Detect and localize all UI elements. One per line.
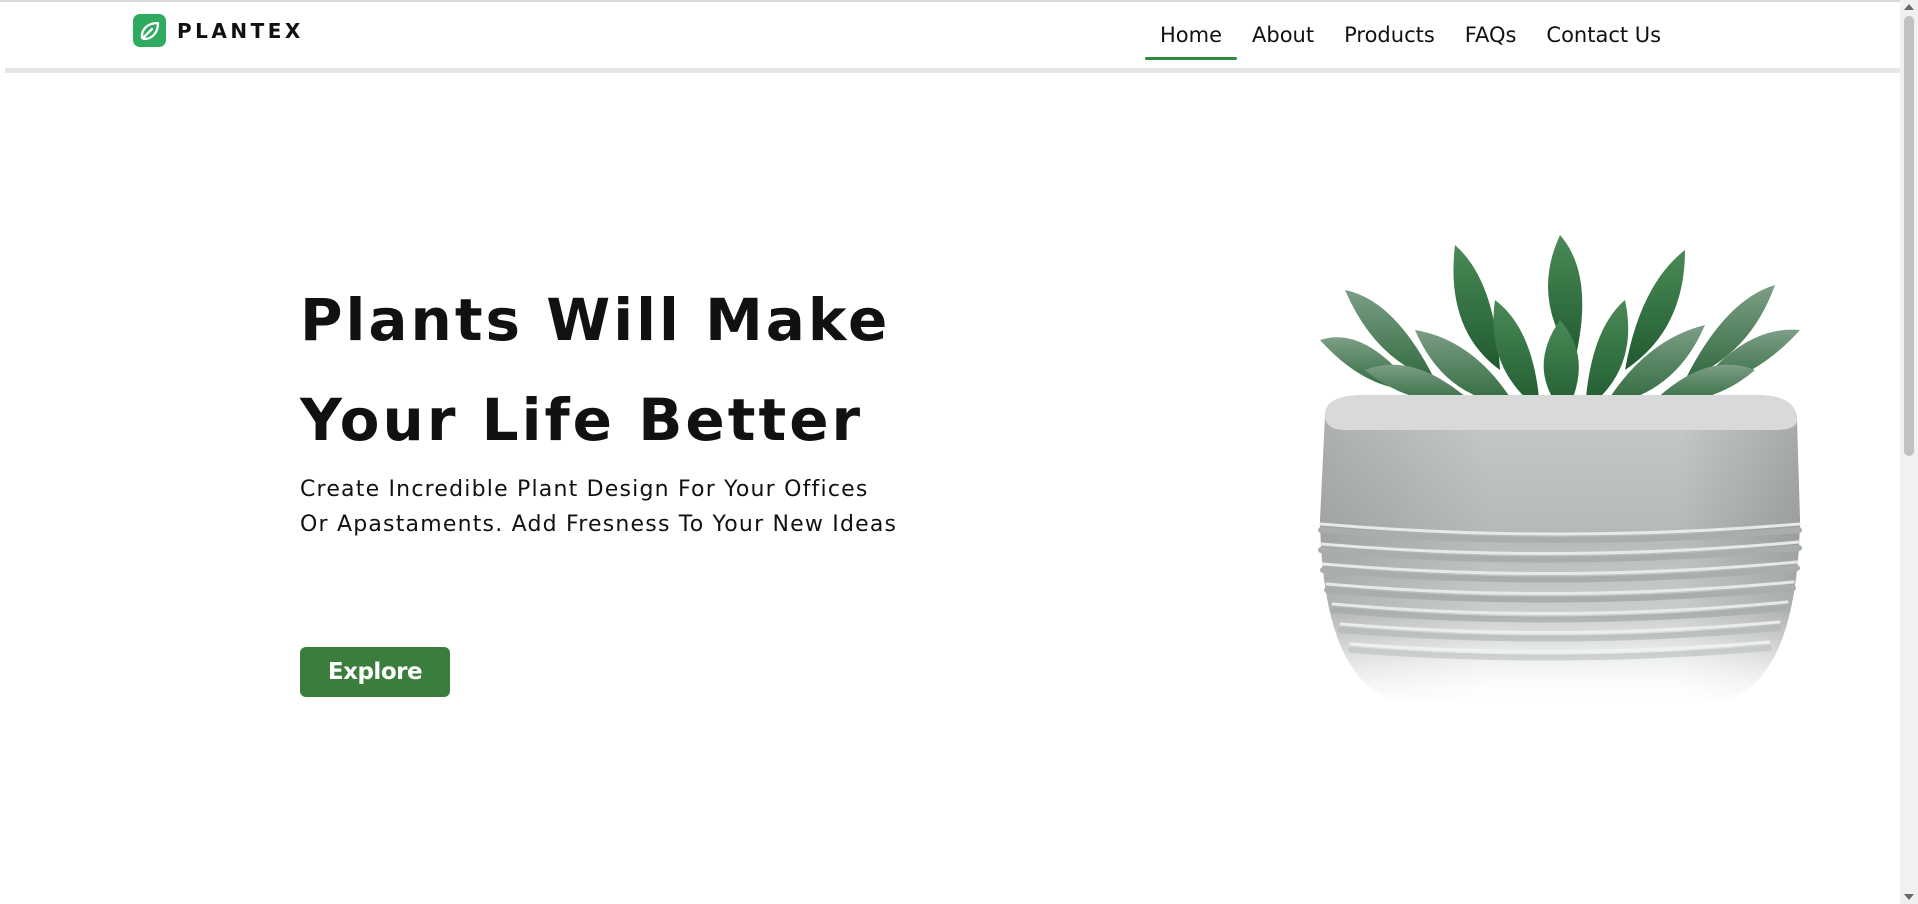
scroll-up-arrow-icon[interactable] [1904,4,1914,10]
brand-name: PLANTEX [177,18,304,43]
main-nav: Home About Products FAQs Contact Us [1145,2,1676,68]
leaf-icon [133,14,166,47]
nav-products-link[interactable]: Products [1329,2,1450,68]
hero-subtitle: Create Incredible Plant Design For Your … [300,477,898,537]
scroll-down-arrow-icon[interactable] [1904,894,1914,900]
hero-title-line-1: Plants Will Make [300,286,891,354]
navbar: PLANTEX Home About Products FAQs Contact… [5,2,1907,73]
hero-title: Plants Will Make Your Life Better [300,270,890,470]
nav-home-link[interactable]: Home [1145,2,1238,68]
succulent-plant-image [1305,235,1810,720]
brand-logo[interactable]: PLANTEX [133,14,304,47]
explore-button[interactable]: Explore [300,647,450,697]
nav-about-link[interactable]: About [1237,2,1329,68]
vertical-scrollbar[interactable] [1900,0,1918,904]
nav-faqs-link[interactable]: FAQs [1450,2,1532,68]
scrollbar-thumb[interactable] [1904,16,1914,456]
hero-title-line-2: Your Life Better [300,386,864,454]
nav-contact-link[interactable]: Contact Us [1531,2,1676,68]
